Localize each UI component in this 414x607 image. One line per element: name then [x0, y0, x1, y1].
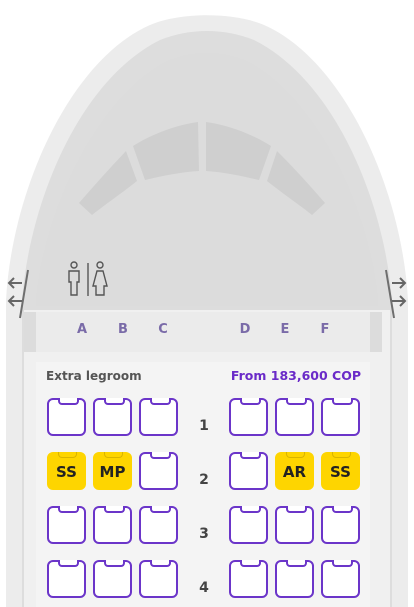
seat-headrest	[104, 452, 123, 458]
header-edge-right	[370, 312, 382, 352]
seat-headrest	[240, 452, 261, 459]
seat-4d[interactable]	[229, 560, 268, 598]
column-label-d: D	[239, 322, 251, 337]
seat-headrest	[240, 398, 261, 405]
seat-headrest	[104, 398, 125, 405]
seat-3c[interactable]	[139, 506, 178, 544]
header-edge-left	[24, 312, 36, 352]
seat-2e[interactable]: AR	[275, 452, 314, 490]
seat-1e[interactable]	[275, 398, 314, 436]
seat-headrest	[332, 506, 353, 513]
seat-1f[interactable]	[321, 398, 360, 436]
seat-code: SS	[330, 463, 351, 481]
seat-headrest	[240, 506, 261, 513]
seat-4c[interactable]	[139, 560, 178, 598]
row-number: 1	[199, 418, 209, 434]
seat-headrest	[286, 398, 307, 405]
seat-1c[interactable]	[139, 398, 178, 436]
column-label-c: C	[158, 322, 168, 337]
seat-code: AR	[282, 463, 307, 481]
exit-arrows-right-icon	[392, 277, 407, 307]
seat-2c[interactable]	[139, 452, 178, 490]
row-number: 2	[199, 472, 209, 488]
seat-code: MP	[99, 463, 126, 481]
column-label-b: B	[118, 322, 128, 337]
row-number: 3	[199, 526, 209, 542]
seat-2b[interactable]: MP	[93, 452, 132, 490]
seat-headrest	[332, 398, 353, 405]
seat-3a[interactable]	[47, 506, 86, 544]
seat-headrest	[104, 560, 125, 567]
seat-2a[interactable]: SS	[47, 452, 86, 490]
seat-headrest	[286, 560, 307, 567]
seat-3f[interactable]	[321, 506, 360, 544]
seat-headrest	[150, 398, 171, 405]
seat-3d[interactable]	[229, 506, 268, 544]
extra-legroom-label: Extra legroom	[46, 369, 142, 383]
seat-headrest	[286, 506, 307, 513]
seat-headrest	[332, 452, 351, 458]
seat-1a[interactable]	[47, 398, 86, 436]
column-label-e: E	[280, 322, 290, 337]
seat-headrest	[150, 452, 171, 459]
seat-map: A B C D E F Extra legroom From 183,600 C…	[0, 0, 414, 607]
seat-code: SS	[56, 463, 77, 481]
seat-headrest	[150, 506, 171, 513]
seat-3e[interactable]	[275, 506, 314, 544]
column-label-f: F	[320, 322, 330, 337]
seat-headrest	[240, 560, 261, 567]
seat-1d[interactable]	[229, 398, 268, 436]
seat-1b[interactable]	[93, 398, 132, 436]
row-number: 4	[199, 580, 209, 596]
seat-headrest	[286, 452, 305, 458]
column-label-a: A	[76, 322, 88, 337]
restroom-icon	[68, 261, 108, 296]
seat-4a[interactable]	[47, 560, 86, 598]
seat-headrest	[332, 560, 353, 567]
seat-4b[interactable]	[93, 560, 132, 598]
seat-headrest	[58, 560, 79, 567]
seat-headrest	[58, 452, 77, 458]
seat-headrest	[150, 560, 171, 567]
exit-arrows-left-icon	[7, 277, 22, 307]
seat-4e[interactable]	[275, 560, 314, 598]
seat-3b[interactable]	[93, 506, 132, 544]
seat-headrest	[58, 506, 79, 513]
section-price: From 183,600 COP	[230, 368, 361, 383]
seat-4f[interactable]	[321, 560, 360, 598]
seat-2d[interactable]	[229, 452, 268, 490]
seat-headrest	[58, 398, 79, 405]
seat-headrest	[104, 506, 125, 513]
seat-2f[interactable]: SS	[321, 452, 360, 490]
